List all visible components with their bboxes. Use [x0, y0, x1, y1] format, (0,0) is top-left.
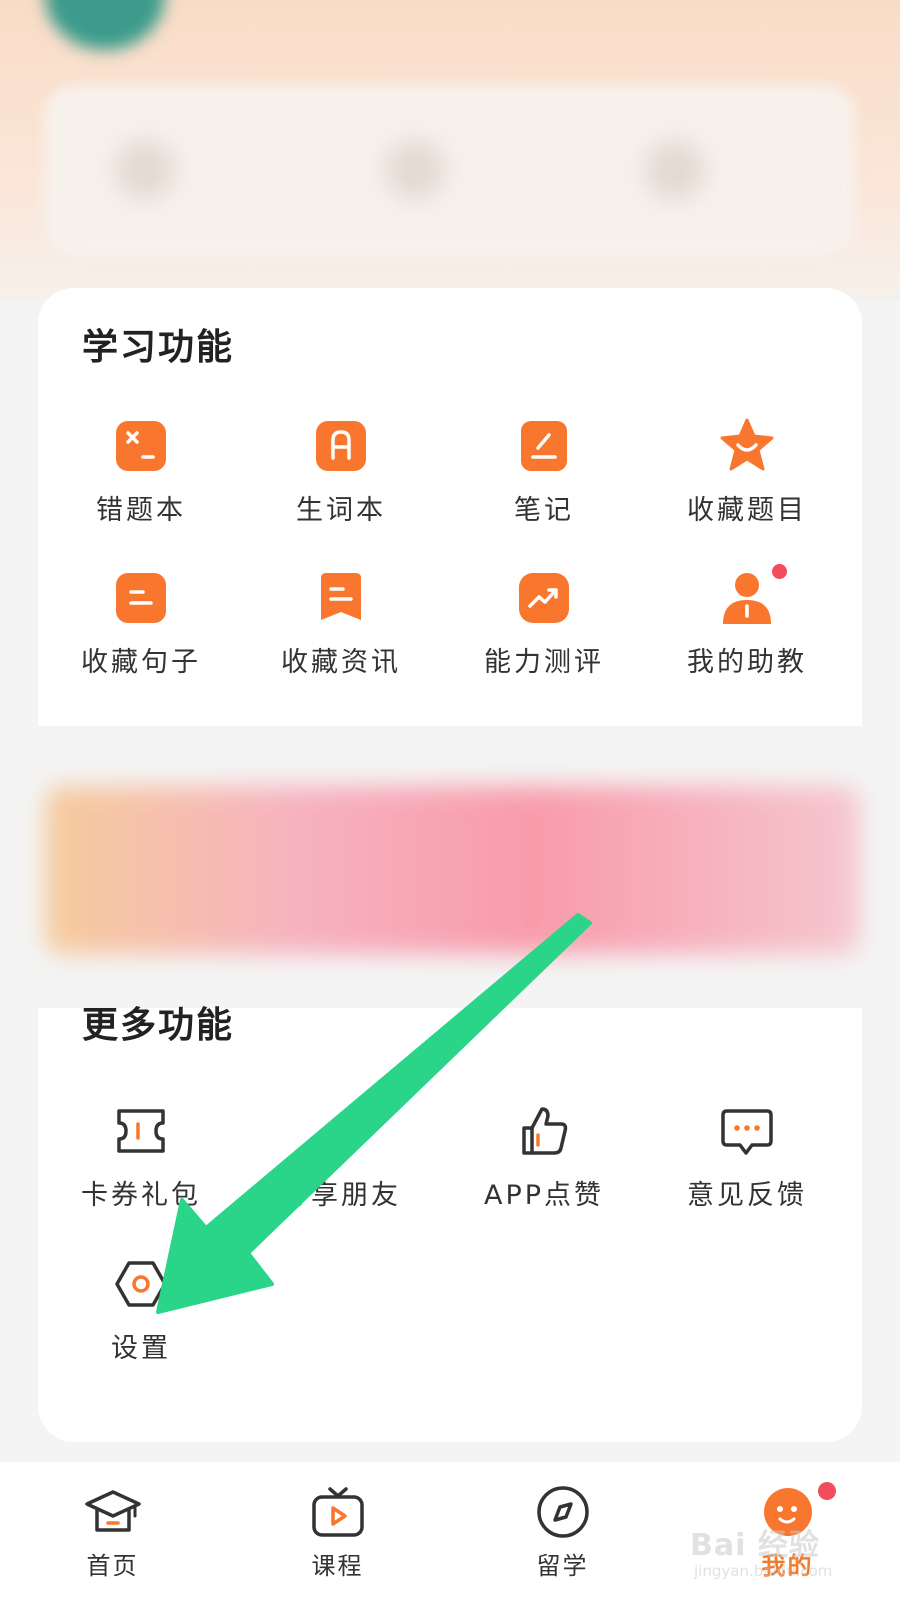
graduation-cap-icon — [84, 1490, 141, 1532]
grid-item-label: 我的助教 — [687, 647, 807, 678]
trend-chart-icon — [519, 573, 569, 623]
learning-section-title: 学习功能 — [82, 327, 235, 368]
more-features-card: 更多功能 卡券礼包 分享朋友 APP点赞 意见反馈 设置 — [38, 1005, 862, 1442]
promo-banner-blurred[interactable] — [45, 786, 860, 954]
grid-item-label: 笔记 — [514, 495, 574, 526]
account-stats-blurred — [45, 85, 855, 255]
grid-item-favorite-questions[interactable]: 收藏题目 — [644, 418, 850, 527]
watermark-main: Bai 经验 — [690, 1528, 820, 1563]
grid-item-settings[interactable]: 设置 — [38, 1256, 244, 1365]
notification-dot — [772, 564, 787, 579]
settings-hexagon-icon — [115, 1261, 167, 1307]
video-play-icon — [311, 1487, 364, 1537]
more-section-title: 更多功能 — [82, 1005, 235, 1046]
thumbs-up-icon — [522, 1107, 568, 1155]
tab-home[interactable]: 首页 — [0, 1462, 225, 1600]
share-icon — [331, 1123, 361, 1152]
stat-icon-blurred — [645, 140, 705, 200]
grid-item-wrong-questions[interactable]: 错题本 — [38, 418, 244, 527]
grid-item-label: 收藏资讯 — [281, 647, 401, 678]
grid-item-label: 能力测评 — [484, 647, 604, 678]
bookmark-news-icon — [321, 573, 361, 620]
grid-item-label: 意见反馈 — [687, 1180, 807, 1211]
stat-icon-blurred — [385, 140, 445, 200]
grid-item-label: 卡券礼包 — [81, 1180, 201, 1211]
watermark-sub: jingyan.baidu.com — [694, 1562, 833, 1580]
grid-item-label: 分享朋友 — [281, 1180, 401, 1211]
grid-item-share-friends[interactable]: 分享朋友 — [238, 1103, 444, 1212]
coupon-ticket-icon — [117, 1109, 165, 1153]
grid-item-feedback[interactable]: 意见反馈 — [644, 1103, 850, 1212]
stat-icon-blurred — [115, 140, 175, 200]
grid-item-notes[interactable]: 笔记 — [441, 418, 647, 527]
notes-icon — [521, 421, 567, 471]
compass-icon — [536, 1486, 589, 1538]
sentence-icon — [116, 573, 166, 623]
grid-item-vocabulary[interactable]: 生词本 — [238, 418, 444, 527]
tab-label: 课程 — [311, 1552, 364, 1580]
grid-item-label: APP点赞 — [483, 1180, 605, 1211]
grid-item-favorite-sentences[interactable]: 收藏句子 — [38, 570, 244, 679]
notification-dot — [818, 1482, 836, 1500]
tab-label: 首页 — [86, 1552, 139, 1580]
tab-courses[interactable]: 课程 — [225, 1462, 450, 1600]
grid-item-label: 生词本 — [296, 495, 386, 526]
grid-item-ability-assessment[interactable]: 能力测评 — [441, 570, 647, 679]
baidu-jingyan-watermark: Bai 经验 jingyan.baidu.com — [690, 1520, 870, 1590]
grid-item-label: 设置 — [111, 1333, 171, 1364]
grid-item-coupons[interactable]: 卡券礼包 — [38, 1103, 244, 1212]
grid-item-label: 收藏题目 — [687, 495, 807, 526]
vocabulary-book-icon — [316, 421, 366, 471]
grid-item-label: 收藏句子 — [81, 647, 201, 678]
wrong-question-book-icon — [116, 421, 166, 471]
assistant-person-icon — [723, 573, 771, 624]
tab-study-abroad[interactable]: 留学 — [450, 1462, 675, 1600]
grid-item-app-like[interactable]: APP点赞 — [441, 1103, 647, 1212]
star-icon — [720, 418, 774, 471]
grid-item-label: 错题本 — [96, 495, 186, 526]
feedback-chat-icon — [721, 1109, 773, 1155]
tab-label: 留学 — [536, 1552, 589, 1580]
learning-features-card: 学习功能 错题本 生词本 笔记 收藏题目 收藏句子 收藏资讯 能力测评 我的助教 — [38, 288, 862, 726]
grid-item-favorite-news[interactable]: 收藏资讯 — [238, 570, 444, 679]
grid-item-my-assistant[interactable]: 我的助教 — [644, 564, 850, 679]
